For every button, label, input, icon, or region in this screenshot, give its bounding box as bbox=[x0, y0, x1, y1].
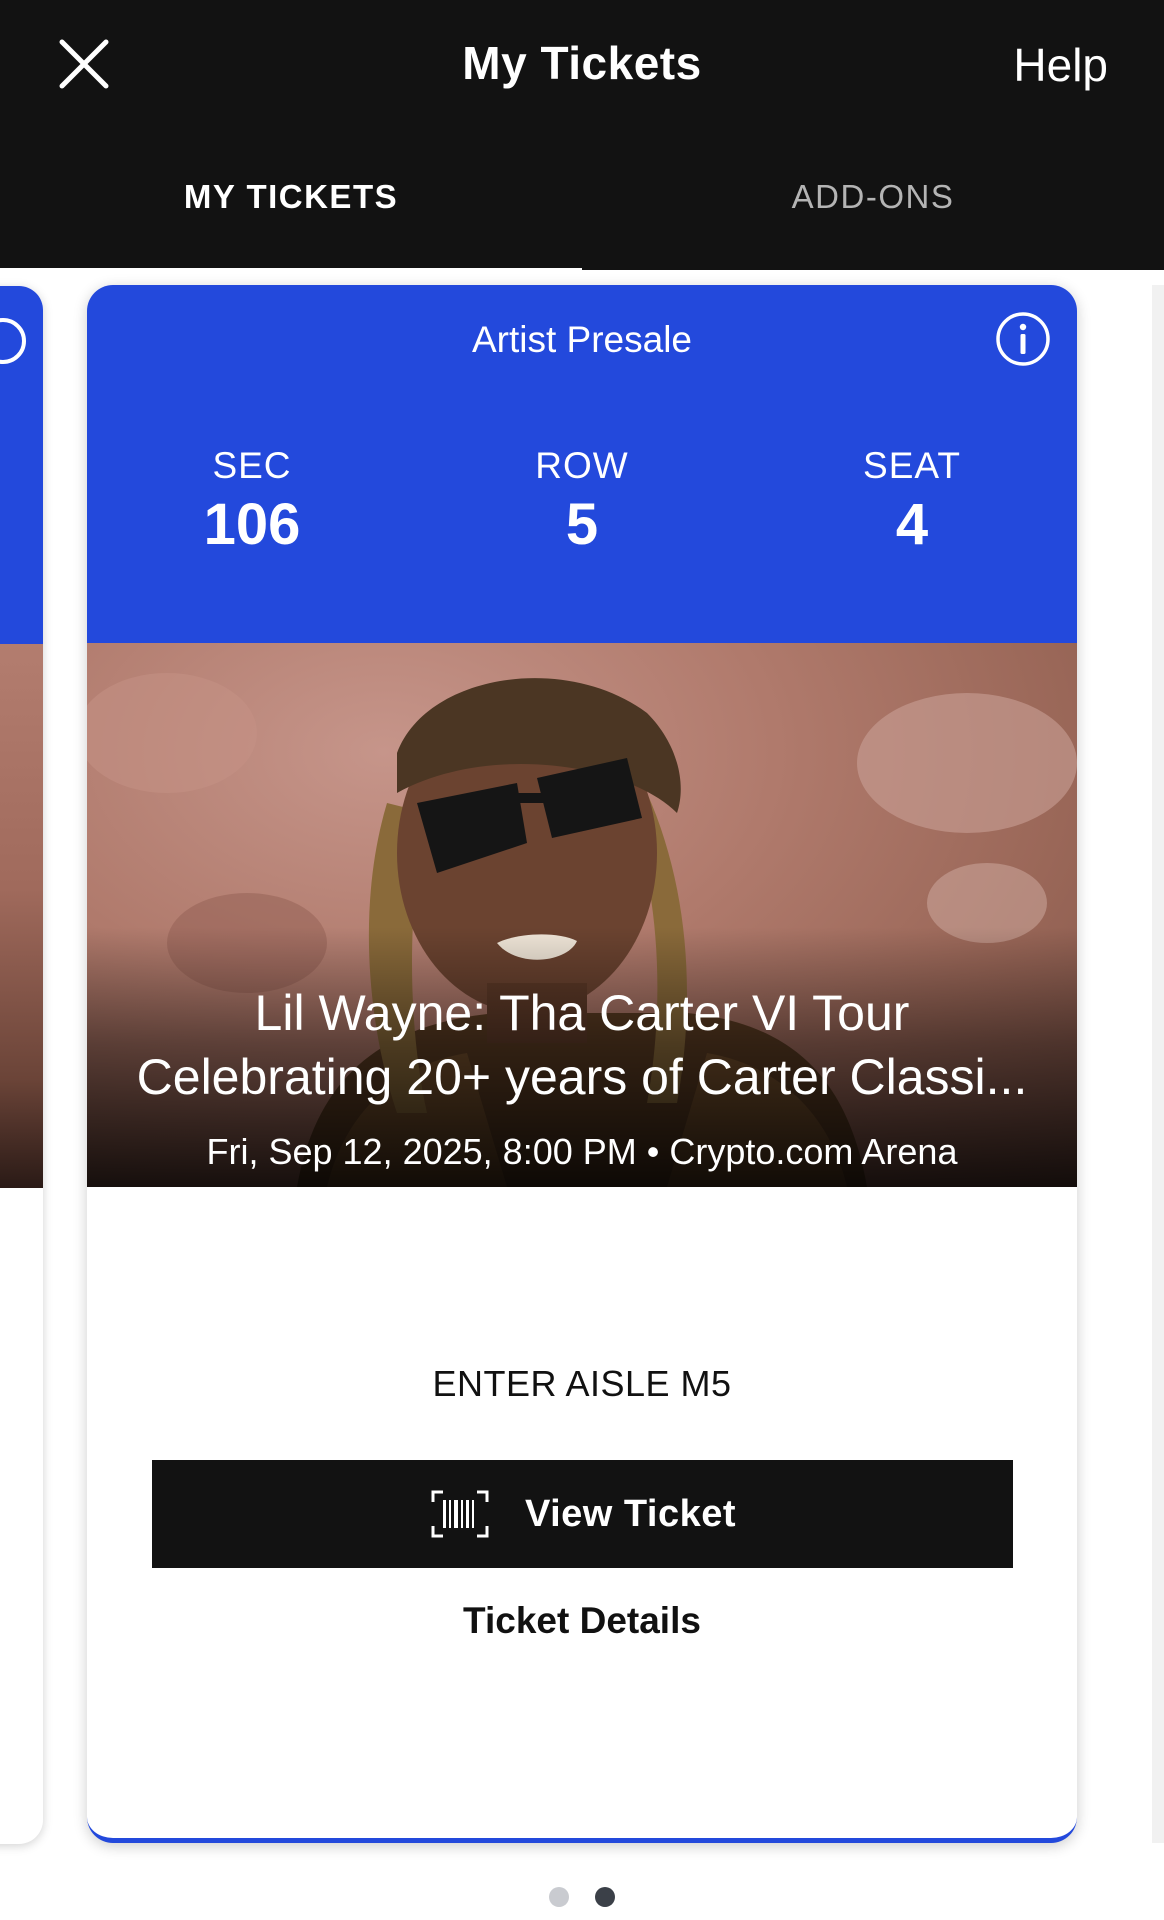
seat-info: SEAT 4 bbox=[747, 445, 1077, 558]
event-title: Lil Wayne: Tha Carter VI Tour Celebratin… bbox=[87, 981, 1077, 1109]
top-bar: My Tickets Help bbox=[0, 0, 1164, 138]
section-info: SEC 106 bbox=[87, 445, 417, 558]
seat-value: 4 bbox=[895, 492, 929, 557]
tab-bar: MY TICKETS ADD-ONS bbox=[0, 138, 1164, 270]
row-label: ROW bbox=[535, 445, 629, 486]
presale-type: Artist Presale bbox=[471, 319, 692, 360]
event-title-line-2: Celebrating 20+ years of Carter Classi..… bbox=[136, 1049, 1028, 1105]
event-title-line-1: Lil Wayne: Tha Carter VI Tour bbox=[254, 985, 910, 1041]
section-value: 106 bbox=[203, 492, 301, 557]
event-date-venue: Fri, Sep 12, 2025, 8:00 PM • Crypto.com … bbox=[206, 1131, 958, 1172]
page-dot-1[interactable] bbox=[549, 1887, 569, 1907]
ticket-details-link[interactable]: Ticket Details bbox=[87, 1600, 1077, 1642]
ticket-card[interactable]: Artist Presale SEC 106 ROW 5 SEAT 4 Lil … bbox=[87, 285, 1077, 1843]
tab-my-tickets[interactable]: MY TICKETS bbox=[0, 178, 582, 216]
section-label: SEC bbox=[212, 445, 292, 486]
info-icon bbox=[996, 312, 1050, 366]
next-ticket-card-edge bbox=[1152, 285, 1164, 1843]
event-image: Lil Wayne: Tha Carter VI Tour Celebratin… bbox=[87, 643, 1077, 1187]
row-value: 5 bbox=[565, 492, 599, 557]
active-tab-indicator bbox=[0, 268, 582, 280]
entry-aisle: ENTER AISLE M5 bbox=[432, 1363, 732, 1404]
page-title: My Tickets bbox=[462, 37, 702, 89]
pagination-dots bbox=[0, 1887, 1164, 1907]
seat-label: SEAT bbox=[863, 445, 961, 486]
view-ticket-label: View Ticket bbox=[524, 1492, 737, 1535]
ticket-header: Artist Presale SEC 106 ROW 5 SEAT 4 bbox=[87, 285, 1077, 643]
row-info: ROW 5 bbox=[417, 445, 747, 558]
previous-ticket-image bbox=[0, 644, 43, 1188]
info-button[interactable] bbox=[995, 311, 1051, 367]
previous-ticket-card[interactable] bbox=[0, 286, 43, 1844]
barcode-icon bbox=[431, 1490, 489, 1538]
help-link[interactable]: Help bbox=[1013, 38, 1108, 92]
view-ticket-button[interactable]: View Ticket bbox=[152, 1460, 1013, 1568]
page-dot-2[interactable] bbox=[595, 1887, 615, 1907]
tab-add-ons[interactable]: ADD-ONS bbox=[582, 178, 1164, 216]
